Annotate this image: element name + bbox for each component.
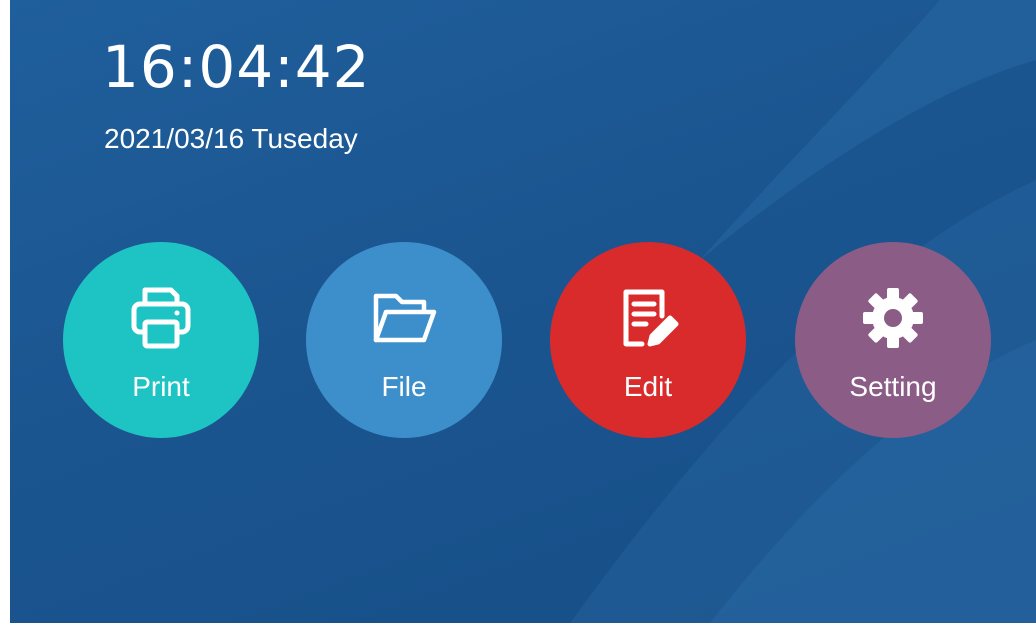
date-label: 2021/03/16 Tuseday bbox=[104, 123, 358, 154]
gear-icon bbox=[857, 282, 929, 354]
edit-button[interactable]: Edit bbox=[550, 242, 746, 438]
home-screen: 16:04:42 2021/03/16 Tuseday Print File E… bbox=[10, 0, 1036, 623]
file-label: File bbox=[381, 371, 427, 402]
setting-button[interactable]: Setting bbox=[795, 242, 991, 438]
print-label: Print bbox=[132, 371, 190, 402]
clock-time: 16:04:42 bbox=[102, 33, 371, 101]
setting-label: Setting bbox=[849, 371, 937, 402]
edit-document-icon bbox=[612, 282, 684, 354]
print-button[interactable]: Print bbox=[63, 242, 259, 438]
edit-label: Edit bbox=[623, 371, 673, 402]
printer-icon bbox=[125, 282, 197, 354]
folder-icon bbox=[368, 282, 440, 354]
file-button[interactable]: File bbox=[306, 242, 502, 438]
